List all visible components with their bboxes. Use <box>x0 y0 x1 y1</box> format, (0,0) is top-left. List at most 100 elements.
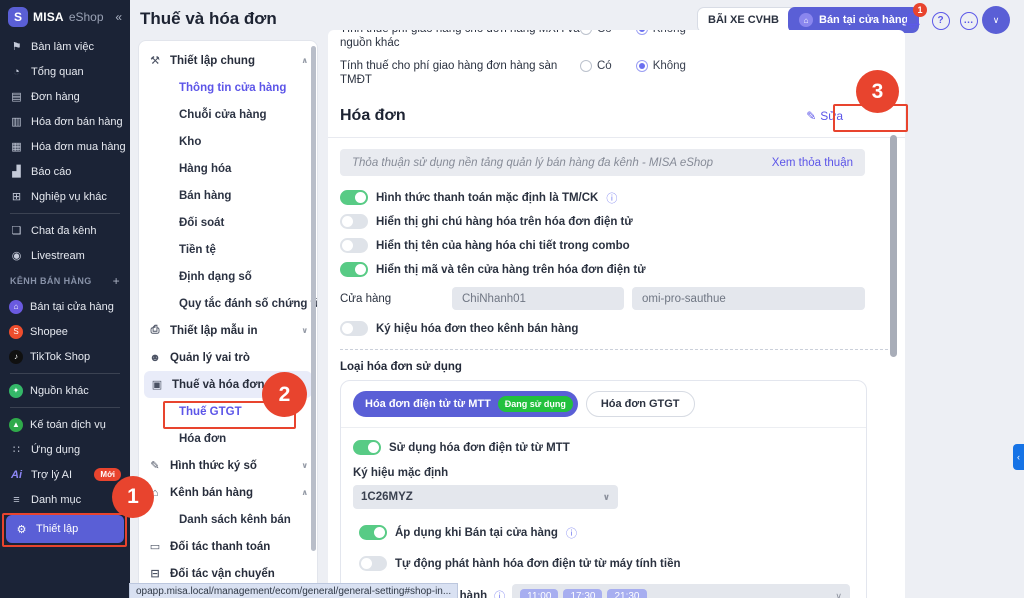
menu-label: Chuỗi cửa hàng <box>179 108 267 121</box>
menu-kho[interactable]: Kho <box>139 128 317 155</box>
menu-thiet-lap-chung[interactable]: ⚒ Thiết lập chung ∧ <box>139 47 317 74</box>
tab-gtgt-invoice[interactable]: Hóa đơn GTGT <box>585 391 695 417</box>
sidebar-item-nghiep-vu-khac[interactable]: ⊞ Nghiệp vụ khác <box>0 184 130 209</box>
sidebar-item-label: Bàn làm việc <box>31 40 94 53</box>
chevron-down-icon: ∨ <box>992 14 1000 25</box>
tab-divider <box>341 427 866 428</box>
view-agreement-link[interactable]: Xem thỏa thuận <box>772 157 853 169</box>
annotation-step-3: 3 <box>856 70 899 113</box>
radio-option-no[interactable]: Không <box>635 60 686 72</box>
menu-thong-tin-cua-hang[interactable]: Thông tin cửa hàng <box>139 74 317 101</box>
menu-doi-soat[interactable]: Đối soát <box>139 209 317 236</box>
dashed-divider <box>340 349 893 350</box>
collapse-panel-tab[interactable]: ‹ <box>1013 444 1024 470</box>
info-icon[interactable]: ⓘ <box>606 190 617 206</box>
help-icon[interactable]: ? <box>931 11 950 30</box>
sidebar-item-livestream[interactable]: ◉ Livestream <box>0 243 130 268</box>
sidebar-item-label: Trợ lý AI <box>31 468 73 481</box>
tab-mtt-invoice[interactable]: Hóa đơn điện tử từ MTT Đang sử dụng <box>353 391 578 417</box>
toggle-on[interactable] <box>340 190 368 205</box>
sidebar-item-label: Nghiệp vụ khác <box>31 190 107 203</box>
settings-menu-scrollbar[interactable] <box>311 46 316 551</box>
info-icon[interactable]: ⓘ <box>494 588 505 598</box>
sidebar-item-danh-muc[interactable]: ≡ Danh mục <box>0 487 130 512</box>
menu-chuoi-cua-hang[interactable]: Chuỗi cửa hàng <box>139 101 317 128</box>
more-options-icon[interactable]: … <box>959 11 978 30</box>
list-icon: ≡ <box>13 493 20 506</box>
shopee-icon: S <box>9 324 23 339</box>
radio-selected-icon <box>635 60 648 72</box>
menu-danh-sach-kenh-ban[interactable]: Danh sách kênh bán <box>139 506 317 533</box>
sidebar-item-tro-ly-ai[interactable]: Ai Trợ lý AI Mới <box>0 462 130 487</box>
report-chart-icon: ▟ <box>12 166 21 178</box>
timeframe-select[interactable]: 11:00 17:30 21:30 ∨ <box>512 584 850 598</box>
sidebar-item-nguon-khac[interactable]: ✦ Nguồn khác <box>0 378 130 403</box>
default-symbol-select[interactable]: 1C26MYZ ∨ <box>353 485 618 509</box>
user-avatar[interactable]: ∨ <box>982 6 1010 34</box>
time-chip: 21:30 <box>607 588 647 598</box>
radio-option-yes[interactable]: Có <box>580 60 612 72</box>
sidebar-item-label: Đơn hàng <box>31 90 80 103</box>
sidebar-item-ke-toan-dich-vu[interactable]: ▲ Kế toán dịch vụ <box>0 412 130 437</box>
chevron-left-icon: ‹ <box>1017 452 1020 462</box>
sidebar-item-ban-lam-viec[interactable]: ⚑ Bàn làm việc <box>0 34 130 59</box>
collapse-sidebar-icon[interactable]: « <box>115 10 122 24</box>
menu-ban-hang[interactable]: Bán hàng <box>139 182 317 209</box>
sidebar-item-label: Bán tại cửa hàng <box>30 300 114 313</box>
menu-label: Thiết lập chung <box>170 54 255 67</box>
menu-hinh-thuc-ky-so[interactable]: ✎ Hình thức ký số ∨ <box>139 452 317 479</box>
add-channel-icon[interactable]: + <box>113 274 120 288</box>
sidebar-item-ung-dung[interactable]: ∷ Ứng dụng <box>0 437 130 462</box>
sidebar-item-tiktok-shop[interactable]: ♪ TikTok Shop <box>0 344 130 369</box>
menu-kenh-ban-hang[interactable]: ⌂ Kênh bán hàng ∧ <box>139 479 317 506</box>
sidebar-divider <box>10 407 120 408</box>
radio-icon <box>580 60 592 72</box>
sidebar-item-bao-cao[interactable]: ▟ Báo cáo <box>0 159 130 184</box>
invoice-section-title: Hóa đơn <box>340 107 406 124</box>
sidebar-item-chat-da-kenh[interactable]: ❏ Chat đa kênh <box>0 218 130 243</box>
printer-icon: ⎙ <box>150 324 160 336</box>
person-icon: ☻ <box>149 351 161 364</box>
sidebar-item-shopee[interactable]: S Shopee <box>0 319 130 344</box>
menu-quy-tac-danh-so[interactable]: Quy tắc đánh số chứng từ <box>139 290 317 317</box>
main-scrollbar[interactable] <box>890 135 897 357</box>
toggle-on[interactable] <box>353 440 381 455</box>
menu-quan-ly-vai-tro[interactable]: ☻ Quản lý vai trò <box>139 344 317 371</box>
menu-dinh-dang-so[interactable]: Định dạng số <box>139 263 317 290</box>
toggle-off[interactable] <box>359 556 387 571</box>
info-icon[interactable]: ⓘ <box>566 525 577 541</box>
menu-label: Hàng hóa <box>179 162 232 175</box>
menu-hang-hoa[interactable]: Hàng hóa <box>139 155 317 182</box>
sidebar-item-label: Danh mục <box>31 493 82 506</box>
menu-thiet-lap-mau-in[interactable]: ⎙ Thiết lập mẫu in ∨ <box>139 317 317 344</box>
chevron-up-icon: ∧ <box>301 488 309 497</box>
store-code-input[interactable]: ChiNhanh01 <box>452 287 624 310</box>
store-slug-input[interactable]: omi-pro-sauthue <box>632 287 865 310</box>
toggle-off[interactable] <box>340 321 368 336</box>
radio-label: Không <box>653 30 686 35</box>
toggle-off[interactable] <box>340 238 368 253</box>
sidebar-item-ban-tai-cua-hang[interactable]: ⌂ Bán tại cửa hàng <box>0 294 130 319</box>
invoice-type-label: Loại hóa đơn sử dụng <box>340 361 462 373</box>
radio-option-yes[interactable]: Có <box>580 30 612 35</box>
tax-shipping-tmdt-row: Tính thuế cho phí giao hàng đơn hàng sàn… <box>340 59 893 87</box>
sidebar-item-hoa-don-mua-hang[interactable]: ▦ Hóa đơn mua hàng <box>0 134 130 159</box>
menu-hoa-don[interactable]: Hóa đơn <box>139 425 317 452</box>
toggle-on[interactable] <box>359 525 387 540</box>
agreement-text: Thỏa thuận sử dụng nền tảng quản lý bán … <box>352 156 714 169</box>
menu-label: Định dạng số <box>179 270 252 283</box>
sidebar-item-tong-quan[interactable]: ◔ Tổng quan <box>0 59 130 84</box>
sidebar-item-hoa-don-ban-hang[interactable]: ▥ Hóa đơn bán hàng <box>0 109 130 134</box>
toggle-off[interactable] <box>340 214 368 229</box>
sidebar-item-label: Nguồn khác <box>30 384 89 397</box>
toggle-label: Hiển thị tên của hàng hóa chi tiết trong… <box>376 239 630 252</box>
sidebar-item-don-hang[interactable]: ▤ Đơn hàng <box>0 84 130 109</box>
toggle-show-combo-detail: Hiển thị tên của hàng hóa chi tiết trong… <box>340 238 893 253</box>
status-url: opapp.misa.local/management/ecom/general… <box>136 585 452 597</box>
menu-doi-tac-thanh-toan[interactable]: ▭ Đối tác thanh toán <box>139 533 317 560</box>
radio-label: Không <box>652 60 686 72</box>
menu-tien-te[interactable]: Tiền tệ <box>139 236 317 263</box>
radio-option-no[interactable]: Không <box>635 30 686 35</box>
menu-label: Tiền tệ <box>179 243 216 256</box>
toggle-on[interactable] <box>340 262 368 277</box>
